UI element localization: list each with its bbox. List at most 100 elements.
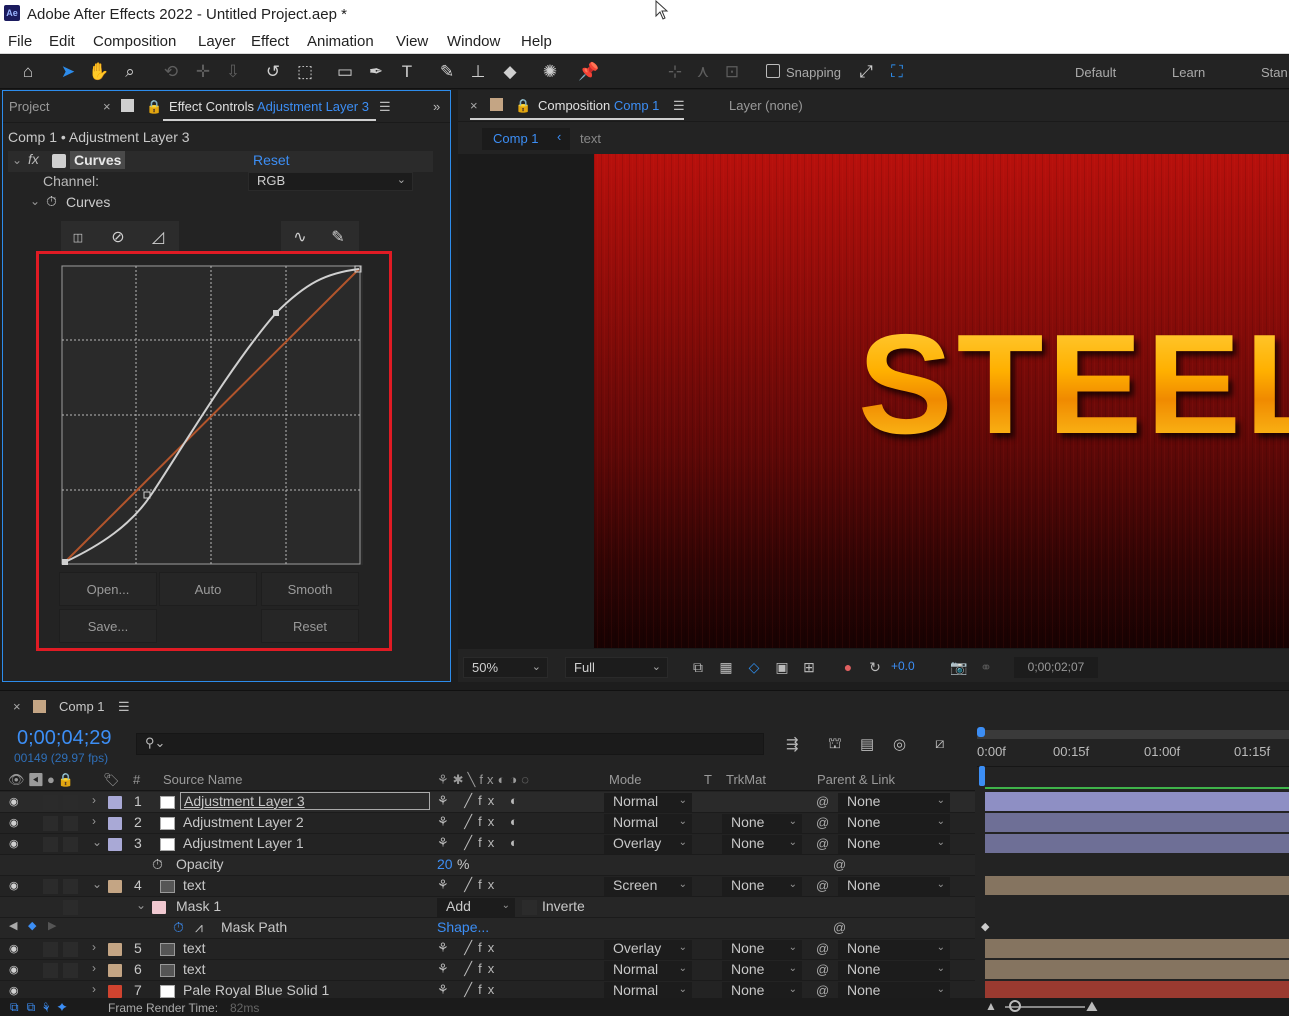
next-keyframe-icon[interactable]: ▶ [48,919,56,932]
menu-animation[interactable]: Animation [307,33,374,50]
eye-icon[interactable]: ◉ [9,795,19,808]
lock-switch[interactable] [63,816,78,831]
trkmat-dropdown[interactable]: None ⌄ [722,814,802,833]
status-toggle-icons[interactable]: ⧉⧉⚘✦ [10,1000,75,1015]
work-area-bar[interactable] [977,730,1289,739]
layer-bar-1[interactable] [985,792,1289,811]
medium-graph-icon[interactable]: ⊘ [103,224,133,250]
parent-dropdown[interactable]: None ⌄ [838,940,950,959]
chevron-right-icon[interactable]: › [92,940,96,954]
layer-mode-dropdown[interactable]: Normal ⌄ [604,814,692,833]
lock-icon[interactable]: 🔒 [515,98,531,114]
prev-keyframe-icon[interactable]: ◀ [9,919,17,932]
pick-whip-icon[interactable]: @ [816,815,829,830]
layer-switches[interactable]: ⚘ ╱fx ◐ [437,793,524,809]
layer-row-4[interactable]: ◉ ⌄ 4 text ⚘ ╱fx Screen ⌄ None ⌄ @ None ⌄ [0,876,975,897]
solo-switch[interactable] [43,963,58,978]
layer-name[interactable]: Adjustment Layer 1 [183,835,304,851]
pick-whip-icon[interactable]: @ [816,983,829,998]
chevron-right-icon[interactable]: › [92,814,96,828]
zoom-in-icon[interactable]: ⛰ [1086,998,1098,1015]
zoom-out-icon[interactable]: ▲ [985,999,997,1013]
selection-tool-icon[interactable]: ➤ [55,59,81,85]
label-color[interactable] [108,817,122,830]
snapping-options-icon[interactable]: ⤢ [853,59,879,85]
playhead[interactable] [979,766,985,786]
hand-tool-icon[interactable]: ✋ [86,59,112,85]
transparency-grid-icon[interactable]: ▦ [715,657,737,677]
layer-bar-2[interactable] [985,813,1289,832]
home-icon[interactable]: ⌂ [15,59,41,85]
eye-icon[interactable]: ◉ [9,816,19,829]
shy-layers-icon[interactable]: ⛫ [828,735,842,754]
extend-icon[interactable]: ⛶ [884,59,910,85]
snapping-checkbox[interactable] [766,64,780,78]
lock-switch[interactable] [63,795,78,810]
layer-switches[interactable]: ⚘ ╱fx [437,877,500,893]
rotation-tool-icon[interactable]: ↺ [260,59,286,85]
layer-switches[interactable]: ⚘ ╱fx ◐ [437,814,524,830]
chevron-down-icon[interactable]: ⌄ [30,194,40,208]
rectangle-tool-icon[interactable]: ▭ [332,59,358,85]
tab-layer[interactable]: Layer (none) [729,98,803,113]
layer-row-7[interactable]: ◉ › 7 Pale Royal Blue Solid 1 ⚘ ╱fx Norm… [0,981,975,999]
local-axis-icon[interactable]: ⊹ [662,59,688,85]
menu-layer[interactable]: Layer [198,33,236,50]
pick-whip-icon[interactable]: @ [816,836,829,851]
label-color[interactable] [108,985,122,998]
channel-color-icon[interactable]: ● [837,657,859,677]
open-button[interactable]: Open... [59,572,157,606]
chevron-right-icon[interactable]: › [92,982,96,996]
pick-whip-icon[interactable]: @ [816,941,829,956]
menu-composition[interactable]: Composition [93,33,176,50]
label-color[interactable] [108,880,122,893]
stopwatch-icon[interactable]: ⏱ [46,193,57,210]
close-tab-icon[interactable]: × [470,98,478,113]
lock-icon[interactable]: 🔒 [146,99,162,115]
mask-inverted-checkbox[interactable] [522,900,537,915]
reset-exposure-icon[interactable]: ↻ [864,657,886,677]
mask-mode-dropdown[interactable]: Add ⌄ [437,898,515,917]
solo-switch[interactable] [43,879,58,894]
bezier-curve-icon[interactable]: ∿ [285,224,315,250]
zoom-slider-handle[interactable] [1009,1000,1021,1012]
parent-dropdown[interactable]: None ⌄ [838,835,950,854]
smooth-button[interactable]: Smooth [261,572,359,606]
eye-icon[interactable]: ◉ [9,984,19,997]
tab-composition[interactable]: Composition Comp 1 [538,98,659,113]
stopwatch-icon[interactable]: ⏱ [173,919,184,936]
show-snapshot-icon[interactable]: ⚭ [975,657,997,677]
lock-switch[interactable] [63,900,78,915]
pick-whip-icon[interactable]: @ [833,857,846,872]
pick-whip-icon[interactable]: @ [833,920,846,935]
reset-button[interactable]: Reset [261,609,359,643]
eye-icon[interactable]: ◉ [9,879,19,892]
layer-name[interactable]: Adjustment Layer 3 [180,792,430,810]
menu-edit[interactable]: Edit [49,33,75,50]
lock-switch[interactable] [63,963,78,978]
solo-switch[interactable] [43,816,58,831]
clone-stamp-tool-icon[interactable]: ⊥ [465,59,491,85]
opacity-value[interactable]: 20 [437,856,453,872]
resolution-dropdown[interactable]: Full ⌄ [565,657,668,678]
pick-whip-icon[interactable]: @ [816,794,829,809]
layer-switches[interactable]: ⚘ ╱fx ◐ [437,835,524,851]
time-ruler[interactable]: 0:00f 00:15f 01:00f 01:15f [977,741,1289,767]
layer-bar-5[interactable] [985,939,1289,958]
fast-previews-icon[interactable]: ⧉ [687,657,709,677]
curves-effect-row[interactable]: ⌄ fx Curves Reset [8,151,433,172]
trkmat-dropdown[interactable]: None ⌄ [722,940,802,959]
trkmat-dropdown[interactable]: None ⌄ [722,961,802,980]
pen-tool-icon[interactable]: ✒ [363,59,389,85]
large-graph-icon[interactable]: ◿ [143,224,173,250]
layer-switches[interactable]: ⚘ ╱fx [437,940,500,956]
parent-dropdown[interactable]: None ⌄ [838,961,950,980]
world-axis-icon[interactable]: ⋏ [690,59,716,85]
solo-switch[interactable] [43,942,58,957]
menu-file[interactable]: File [8,33,32,50]
parent-dropdown[interactable]: None ⌄ [838,814,950,833]
layer-name[interactable]: text [183,940,206,956]
zoom-dropdown[interactable]: 50% ⌄ [463,657,548,678]
orbit-camera-icon[interactable]: ⟲ [158,59,184,85]
tab-project[interactable]: Project [9,99,49,114]
